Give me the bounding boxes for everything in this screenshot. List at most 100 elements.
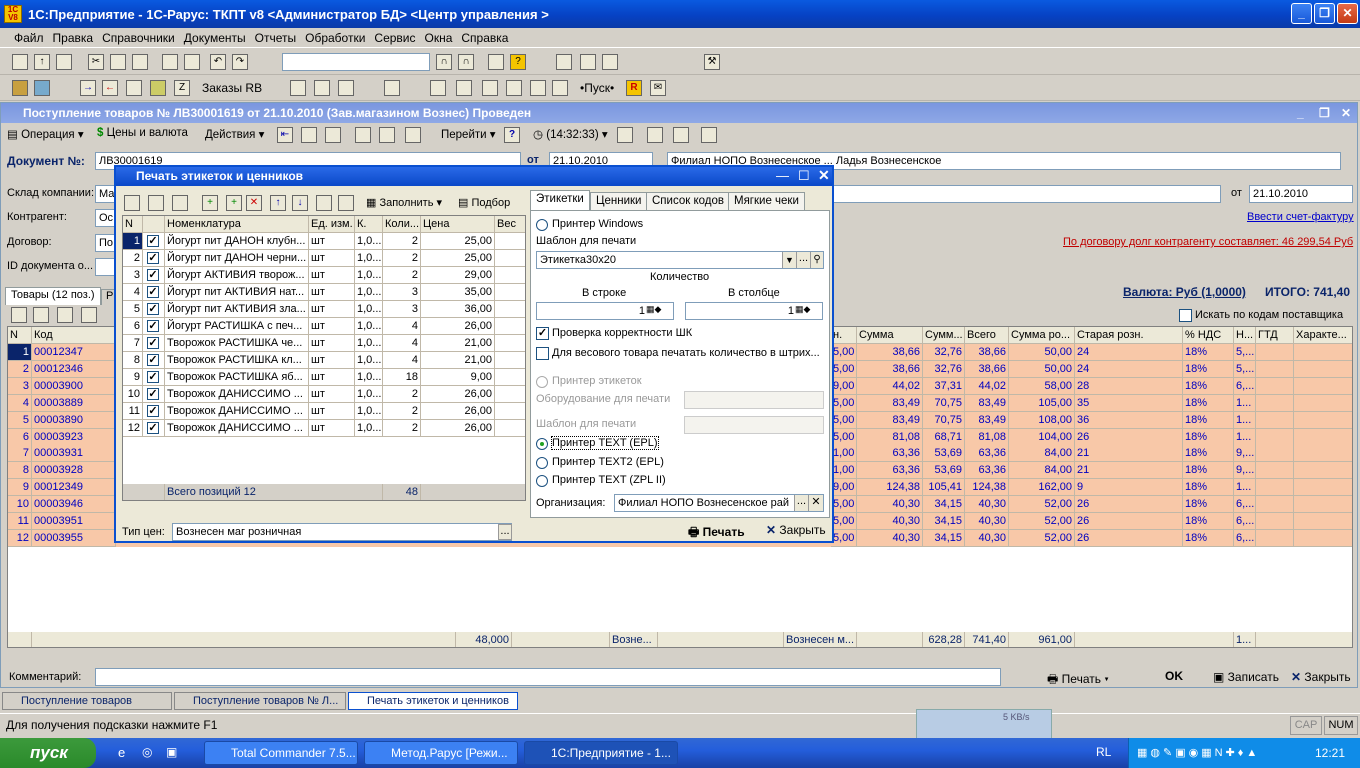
item-row[interactable]: 10 Творожок ДАНИССИМО ... шт 1,0... 2 26,00 ✓ bbox=[123, 386, 525, 403]
cell-p[interactable]: 5,00 bbox=[831, 360, 857, 378]
item-name[interactable]: Йогурт пит ДАНОН черни... bbox=[165, 250, 309, 267]
item-price[interactable]: 21,00 bbox=[421, 352, 495, 369]
cell-sr[interactable]: 52,00 bbox=[1009, 529, 1075, 547]
item-checkbox[interactable]: ✓ bbox=[147, 405, 159, 417]
item-n[interactable]: 10 bbox=[123, 386, 143, 403]
cell-empty[interactable] bbox=[1294, 361, 1352, 378]
item-checkbox[interactable]: ✓ bbox=[147, 320, 159, 332]
cell-sum[interactable]: 38,66 bbox=[857, 344, 923, 361]
item-row[interactable]: 7 Творожок РАСТИШКА че... шт 1,0... 4 21,00 ✓ bbox=[123, 335, 525, 352]
cell-h[interactable]: 1... bbox=[1234, 428, 1256, 446]
edit-icon[interactable] bbox=[124, 195, 140, 211]
cell-old[interactable]: 21 bbox=[1075, 445, 1183, 463]
actions-menu[interactable]: Действия ▾ bbox=[205, 127, 264, 141]
item-unit[interactable]: шт bbox=[309, 284, 355, 301]
cell-empty[interactable] bbox=[1294, 412, 1352, 429]
item-row[interactable]: 5 Йогурт пит АКТИВИЯ зла... шт 1,0... 3 36,00… bbox=[123, 301, 525, 318]
check-barcode-checkbox[interactable]: ✓ bbox=[536, 327, 549, 340]
item-checkbox[interactable]: ✓ bbox=[147, 303, 159, 315]
tab-labels[interactable]: Этикетки bbox=[530, 190, 590, 211]
mail-icon[interactable]: ✉ bbox=[650, 80, 666, 96]
date2-field[interactable]: 21.10.2010 bbox=[1249, 185, 1353, 203]
cell-tot[interactable]: 38,66 bbox=[965, 344, 1009, 361]
id-field[interactable] bbox=[95, 258, 115, 276]
item-q[interactable]: 4 bbox=[383, 318, 421, 335]
cell-tot[interactable]: 124,38 bbox=[965, 479, 1009, 497]
item-checkbox[interactable]: ✓ bbox=[147, 371, 159, 383]
item-q[interactable]: 2 bbox=[383, 267, 421, 284]
item-n[interactable]: 1 bbox=[123, 233, 143, 250]
cell-code[interactable]: 00003900 bbox=[32, 377, 116, 395]
item-price[interactable]: 35,00 bbox=[421, 284, 495, 301]
cell-old[interactable]: 36 bbox=[1075, 411, 1183, 429]
save-button[interactable]: ▣ Записать bbox=[1213, 670, 1279, 684]
checklist-icon[interactable] bbox=[506, 80, 522, 96]
cell-p[interactable]: 1,00 bbox=[831, 445, 857, 463]
undo-icon[interactable]: ↶ bbox=[210, 54, 226, 70]
cell-sr[interactable]: 162,00 bbox=[1009, 479, 1075, 497]
item-checkbox[interactable]: ✓ bbox=[147, 337, 159, 349]
cell-h[interactable]: 1... bbox=[1234, 479, 1256, 497]
tools-icon[interactable]: ⚒ bbox=[704, 54, 720, 70]
cell-code[interactable]: 00012349 bbox=[32, 479, 116, 497]
warehouse-field-right[interactable] bbox=[831, 185, 1221, 203]
cell-tot[interactable]: 38,66 bbox=[965, 360, 1009, 378]
item-name[interactable]: Йогурт РАСТИШКА с печ... bbox=[165, 318, 309, 335]
in-row-calc-icon[interactable]: ▦◆ bbox=[646, 304, 661, 315]
item-unit[interactable]: шт bbox=[309, 318, 355, 335]
time-button[interactable]: ◷ (14:32:33) ▾ bbox=[533, 127, 608, 141]
item-weight[interactable] bbox=[495, 369, 525, 386]
help-doc-icon[interactable]: ? bbox=[504, 127, 520, 143]
cell-empty[interactable] bbox=[1256, 462, 1294, 480]
item-n[interactable]: 8 bbox=[123, 352, 143, 369]
item-checkbox-cell[interactable]: ✓ bbox=[143, 403, 165, 420]
text-epl-radio[interactable] bbox=[536, 438, 548, 450]
cell-empty[interactable] bbox=[1256, 360, 1294, 378]
item-unit[interactable]: шт bbox=[309, 386, 355, 403]
cell-vat[interactable]: 18% bbox=[1183, 513, 1234, 530]
contractor-field[interactable]: Ос bbox=[95, 209, 115, 227]
window-tab-receipt-doc[interactable]: Поступление товаров № Л... bbox=[174, 692, 346, 710]
task-total-commander[interactable]: Total Commander 7.5... bbox=[204, 741, 358, 765]
item-q[interactable]: 3 bbox=[383, 284, 421, 301]
cell-sr[interactable]: 58,00 bbox=[1009, 377, 1075, 395]
item-name[interactable]: Творожок ДАНИССИМО ... bbox=[165, 403, 309, 420]
item-row[interactable]: 4 Йогурт пит АКТИВИЯ нат... шт 1,0... 3 35,00… bbox=[123, 284, 525, 301]
cell-tot[interactable]: 44,02 bbox=[965, 377, 1009, 395]
cell-code[interactable]: 00003923 bbox=[32, 428, 116, 446]
cell-empty[interactable] bbox=[1256, 479, 1294, 497]
cell-p[interactable]: 5,00 bbox=[831, 529, 857, 547]
item-name[interactable]: Творожок РАСТИШКА че... bbox=[165, 335, 309, 352]
cell-empty[interactable] bbox=[1294, 445, 1352, 463]
checklist2-icon[interactable] bbox=[172, 195, 188, 211]
search-combo[interactable] bbox=[282, 53, 430, 71]
ra-icon[interactable]: R bbox=[626, 80, 642, 96]
cell-p[interactable]: 5,00 bbox=[831, 513, 857, 530]
cell-n[interactable]: 6 bbox=[8, 428, 32, 446]
menu-documents[interactable]: Документы bbox=[184, 31, 246, 45]
add-all-icon[interactable]: + bbox=[226, 195, 242, 211]
cell-code[interactable]: 00003931 bbox=[32, 445, 116, 463]
cell-code[interactable]: 00003951 bbox=[32, 513, 116, 530]
cell-sn[interactable]: 32,76 bbox=[923, 360, 965, 378]
doc-restore-button[interactable]: ❐ bbox=[1319, 103, 1330, 123]
cell-sr[interactable]: 105,00 bbox=[1009, 394, 1075, 412]
print-menu-button[interactable]: 🖶 Печать ▾ bbox=[1047, 670, 1109, 691]
cell-vat[interactable]: 18% bbox=[1183, 377, 1234, 395]
item-checkbox-cell[interactable]: ✓ bbox=[143, 250, 165, 267]
cell-vat[interactable]: 18% bbox=[1183, 360, 1234, 378]
cell-p[interactable]: 5,00 bbox=[831, 428, 857, 446]
movements-icon[interactable] bbox=[325, 127, 341, 143]
browser-icon[interactable]: ◎ bbox=[142, 745, 152, 759]
item-k[interactable]: 1,0... bbox=[355, 369, 383, 386]
help-icon[interactable]: ? bbox=[510, 54, 526, 70]
cell-sn[interactable]: 105,41 bbox=[923, 479, 965, 497]
item-n[interactable]: 5 bbox=[123, 301, 143, 318]
warehouse-field[interactable]: Ма bbox=[95, 185, 115, 203]
item-q[interactable]: 18 bbox=[383, 369, 421, 386]
cashbox-icon[interactable] bbox=[552, 80, 568, 96]
cell-n[interactable]: 5 bbox=[8, 411, 32, 429]
text2-epl-radio[interactable] bbox=[536, 457, 548, 469]
cell-code[interactable]: 00012347 bbox=[32, 344, 116, 361]
item-k[interactable]: 1,0... bbox=[355, 233, 383, 250]
